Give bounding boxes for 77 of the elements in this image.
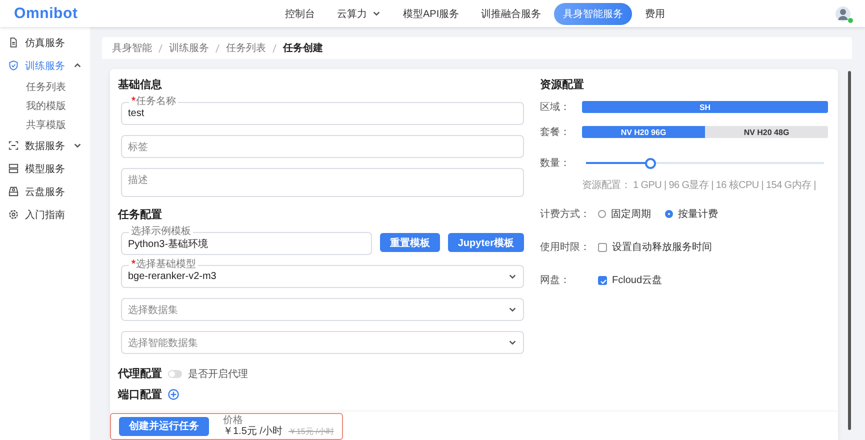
nav-tab[interactable]: 具身智能服务 (554, 2, 632, 24)
sidebar-item[interactable]: 仿真服务 (0, 31, 90, 54)
checkbox-label: Fcloud云盘 (612, 274, 662, 287)
radio-button[interactable] (665, 210, 673, 218)
select-field[interactable]: 选择基础模型 bge-reranker-v2-m3 (121, 259, 524, 288)
app-logo[interactable]: Omnibot (14, 5, 276, 22)
original-price: ￥15元 /小时 (288, 426, 334, 437)
section-title: 任务配置 (118, 208, 163, 222)
input-field[interactable]: 标签 (121, 129, 524, 158)
field-label: 网盘： (540, 274, 571, 287)
radio-label: 固定周期 (611, 208, 651, 221)
breadcrumb-link[interactable]: 具身智能 (112, 41, 152, 55)
radio-button[interactable] (598, 210, 606, 218)
toggle-switch[interactable] (168, 370, 182, 378)
template-button[interactable]: Jupyter模板 (448, 233, 524, 252)
add-icon[interactable] (168, 389, 179, 400)
resource-note: 资源配置： 1 GPU | 96 G显存 | 16 核CPU | 154 G内存 | (582, 178, 817, 192)
avatar-icon[interactable] (835, 6, 851, 22)
chevron-up-icon (73, 61, 82, 70)
section-title: 资源配置 (540, 78, 585, 92)
separator-icon (158, 44, 163, 52)
chevron-down-icon (508, 338, 517, 347)
select-field[interactable]: 选择智能数据集 (121, 325, 524, 354)
sidebar-item[interactable]: 入门指南 (0, 203, 90, 226)
sidebar-subitem[interactable]: 任务列表 (0, 77, 90, 96)
section-title: 基础信息 (118, 78, 163, 92)
sidebar-item[interactable]: 云盘服务 (0, 180, 90, 203)
breadcrumb-link[interactable]: 任务列表 (226, 41, 266, 55)
segment-option[interactable]: SH (582, 101, 828, 113)
scrollbar[interactable] (848, 71, 850, 430)
field-label: 数量： (540, 157, 571, 170)
field-label: 使用时限： (540, 240, 591, 254)
chevron-down-icon (73, 141, 82, 150)
section-title: 端口配置 (118, 388, 162, 402)
field-label: 区域： (540, 100, 571, 114)
status-dot (848, 18, 853, 22)
nav-tab[interactable]: 控制台 (276, 2, 324, 24)
nav-tab[interactable]: 云算力 (328, 2, 390, 24)
scan-icon (8, 140, 19, 151)
breadcrumb-link[interactable]: 训练服务 (169, 41, 209, 55)
field-label: 套餐： (540, 126, 571, 139)
toggle-label: 是否开启代理 (188, 368, 248, 380)
radio-label: 按量计费 (678, 208, 718, 221)
breadcrumb-current: 任务创建 (283, 42, 323, 55)
input-field[interactable]: 任务名称 test (121, 96, 524, 125)
sidebar-subitem[interactable]: 我的模版 (0, 96, 90, 115)
settings-icon (8, 209, 19, 220)
section-title: 代理配置 (118, 366, 162, 381)
document-icon (8, 37, 19, 48)
nav-tab[interactable]: 训推融合服务 (472, 2, 550, 24)
nav-tab[interactable]: 费用 (636, 2, 674, 24)
create-run-button[interactable]: 创建并运行任务 (119, 416, 209, 436)
slider-thumb[interactable] (645, 158, 656, 168)
segment-option[interactable]: NV H20 96G (582, 126, 705, 138)
separator-icon (215, 44, 220, 52)
sidebar-subitem[interactable]: 共享模版 (0, 115, 90, 134)
input-field[interactable]: 选择示例模板 Python3-基础环境 (121, 226, 372, 255)
checkbox[interactable] (598, 276, 607, 284)
textarea-field[interactable]: 描述 (121, 162, 524, 197)
separator-icon (272, 44, 277, 52)
shield-check-icon (8, 60, 19, 71)
server-icon (8, 163, 19, 174)
price-label: 价格 (223, 415, 244, 426)
chevron-down-icon (508, 305, 517, 314)
sidebar-item[interactable]: 模型服务 (0, 157, 90, 180)
template-button[interactable]: 重置模板 (380, 233, 440, 252)
field-label: 计费方式： (540, 208, 591, 221)
chevron-down-icon (508, 272, 517, 281)
sidebar-item[interactable]: 训练服务 (0, 54, 90, 77)
checkbox[interactable] (598, 242, 607, 252)
price-value: ￥1.5元 /小时 (223, 426, 282, 437)
sidebar-item[interactable]: 数据服务 (0, 134, 90, 157)
select-field[interactable]: 选择数据集 (121, 292, 524, 321)
drive-icon (8, 186, 19, 197)
slider-track[interactable] (586, 158, 824, 168)
nav-tab[interactable]: 模型API服务 (394, 2, 468, 24)
checkbox-label: 设置自动释放服务时间 (612, 240, 712, 254)
